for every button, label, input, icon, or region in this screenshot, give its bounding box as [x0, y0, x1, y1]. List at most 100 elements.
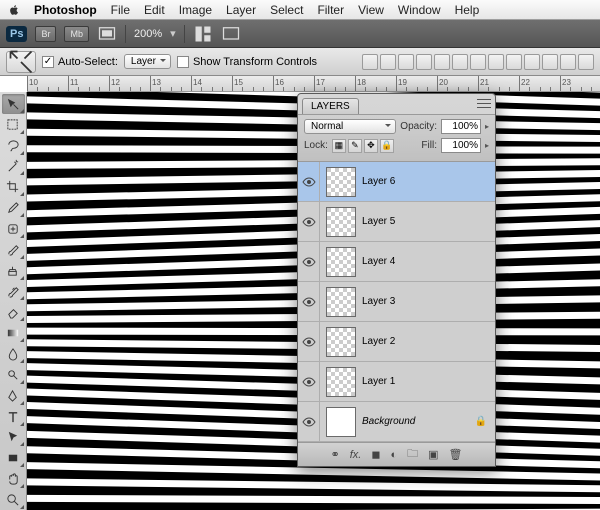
auto-select-checkbox[interactable]: Auto-Select:: [42, 56, 118, 68]
bridge-button[interactable]: Br: [35, 26, 56, 42]
healing-brush-tool[interactable]: [2, 219, 25, 239]
align-horizontal-centers-icon[interactable]: [434, 54, 450, 70]
lock-pixels-icon[interactable]: ✎: [348, 139, 362, 153]
zoom-tool[interactable]: [2, 490, 25, 510]
magic-wand-tool[interactable]: [2, 157, 25, 177]
layer-row[interactable]: Layer 6: [298, 162, 495, 202]
visibility-toggle-icon[interactable]: [298, 362, 320, 401]
layer-name[interactable]: Layer 2: [362, 336, 395, 347]
screen-mode-icon[interactable]: [97, 25, 117, 43]
layer-name[interactable]: Layer 3: [362, 296, 395, 307]
arrange-documents-icon[interactable]: [193, 25, 213, 43]
pen-tool[interactable]: [2, 386, 25, 406]
menu-select[interactable]: Select: [270, 3, 303, 17]
distribute-bottom-edges-icon[interactable]: [506, 54, 522, 70]
visibility-toggle-icon[interactable]: [298, 322, 320, 361]
blur-tool[interactable]: [2, 344, 25, 364]
layer-name[interactable]: Layer 5: [362, 216, 395, 227]
new-layer-icon[interactable]: ▣: [428, 448, 438, 461]
visibility-toggle-icon[interactable]: [298, 402, 320, 441]
align-right-edges-icon[interactable]: [452, 54, 468, 70]
align-left-edges-icon[interactable]: [416, 54, 432, 70]
layer-name[interactable]: Layer 6: [362, 176, 395, 187]
brush-tool[interactable]: [2, 240, 25, 260]
opacity-field[interactable]: 100%: [441, 119, 481, 134]
rectangle-tool[interactable]: [2, 448, 25, 468]
menu-help[interactable]: Help: [455, 3, 480, 17]
align-top-edges-icon[interactable]: [362, 54, 378, 70]
layer-row[interactable]: Layer 5: [298, 202, 495, 242]
marquee-tool[interactable]: [2, 115, 25, 135]
clone-stamp-tool[interactable]: [2, 261, 25, 281]
layer-thumbnail[interactable]: [326, 327, 356, 357]
auto-align-icon[interactable]: [578, 54, 594, 70]
dodge-tool[interactable]: [2, 365, 25, 385]
menu-view[interactable]: View: [358, 3, 384, 17]
eyedropper-tool[interactable]: [2, 198, 25, 218]
adjustment-layer-icon[interactable]: ◐: [390, 449, 397, 461]
layer-thumbnail[interactable]: [326, 167, 356, 197]
layer-row[interactable]: Layer 1: [298, 362, 495, 402]
layer-name[interactable]: Layer 1: [362, 376, 395, 387]
layer-name[interactable]: Layer 4: [362, 256, 395, 267]
show-transform-controls-checkbox[interactable]: Show Transform Controls: [177, 56, 317, 68]
history-brush-tool[interactable]: [2, 282, 25, 302]
screen-mode-icon-2[interactable]: [221, 25, 241, 43]
menu-edit[interactable]: Edit: [144, 3, 165, 17]
layer-thumbnail[interactable]: [326, 367, 356, 397]
move-tool[interactable]: [2, 94, 25, 114]
lasso-tool[interactable]: [2, 136, 25, 156]
layer-row[interactable]: Layer 4: [298, 242, 495, 282]
tool-preset-picker[interactable]: [6, 51, 36, 73]
menu-window[interactable]: Window: [398, 3, 441, 17]
app-name[interactable]: Photoshop: [34, 3, 97, 17]
hand-tool[interactable]: [2, 469, 25, 489]
minibridge-button[interactable]: Mb: [64, 26, 89, 42]
fill-field[interactable]: 100%: [441, 138, 481, 153]
layer-thumbnail[interactable]: [326, 407, 356, 437]
auto-select-target-dropdown[interactable]: Layer: [124, 54, 171, 69]
layer-name[interactable]: Background: [362, 416, 415, 427]
menu-layer[interactable]: Layer: [226, 3, 256, 17]
visibility-toggle-icon[interactable]: [298, 162, 320, 201]
visibility-toggle-icon[interactable]: [298, 282, 320, 321]
layer-row[interactable]: Background🔒: [298, 402, 495, 442]
layer-thumbnail[interactable]: [326, 207, 356, 237]
panel-flyout-menu-icon[interactable]: [477, 97, 491, 109]
eraser-tool[interactable]: [2, 302, 25, 322]
blend-mode-dropdown[interactable]: Normal: [304, 119, 396, 134]
layers-tab[interactable]: LAYERS: [302, 98, 359, 114]
delete-layer-icon[interactable]: 🗑: [449, 448, 463, 461]
menu-file[interactable]: File: [111, 3, 130, 17]
distribute-horizontal-centers-icon[interactable]: [542, 54, 558, 70]
layers-panel[interactable]: LAYERS Normal Opacity: 100% ▸ Lock: ▦ ✎ …: [297, 93, 496, 467]
visibility-toggle-icon[interactable]: [298, 242, 320, 281]
visibility-toggle-icon[interactable]: [298, 202, 320, 241]
align-bottom-edges-icon[interactable]: [398, 54, 414, 70]
layer-mask-icon[interactable]: ◼: [371, 448, 380, 461]
lock-all-icon[interactable]: 🔒: [380, 139, 394, 153]
link-layers-icon[interactable]: ⚭: [330, 448, 339, 461]
distribute-left-edges-icon[interactable]: [524, 54, 540, 70]
layer-thumbnail[interactable]: [326, 287, 356, 317]
menu-filter[interactable]: Filter: [317, 3, 344, 17]
path-selection-tool[interactable]: [2, 428, 25, 448]
distribute-vertical-centers-icon[interactable]: [488, 54, 504, 70]
apple-menu-icon[interactable]: [8, 4, 20, 16]
lock-transparency-icon[interactable]: ▦: [332, 139, 346, 153]
menu-image[interactable]: Image: [179, 3, 212, 17]
align-vertical-centers-icon[interactable]: [380, 54, 396, 70]
lock-position-icon[interactable]: ✥: [364, 139, 378, 153]
zoom-level[interactable]: 200%: [134, 28, 162, 40]
layer-thumbnail[interactable]: [326, 247, 356, 277]
distribute-right-edges-icon[interactable]: [560, 54, 576, 70]
gradient-tool[interactable]: [2, 323, 25, 343]
layer-row[interactable]: Layer 3: [298, 282, 495, 322]
type-tool[interactable]: [2, 407, 25, 427]
distribute-top-edges-icon[interactable]: [470, 54, 486, 70]
layer-row[interactable]: Layer 2: [298, 322, 495, 362]
crop-tool[interactable]: [2, 177, 25, 197]
layer-style-icon[interactable]: fx.: [350, 449, 362, 461]
options-bar: Auto-Select: Layer Show Transform Contro…: [0, 48, 600, 76]
group-icon[interactable]: 🗀: [407, 445, 418, 464]
